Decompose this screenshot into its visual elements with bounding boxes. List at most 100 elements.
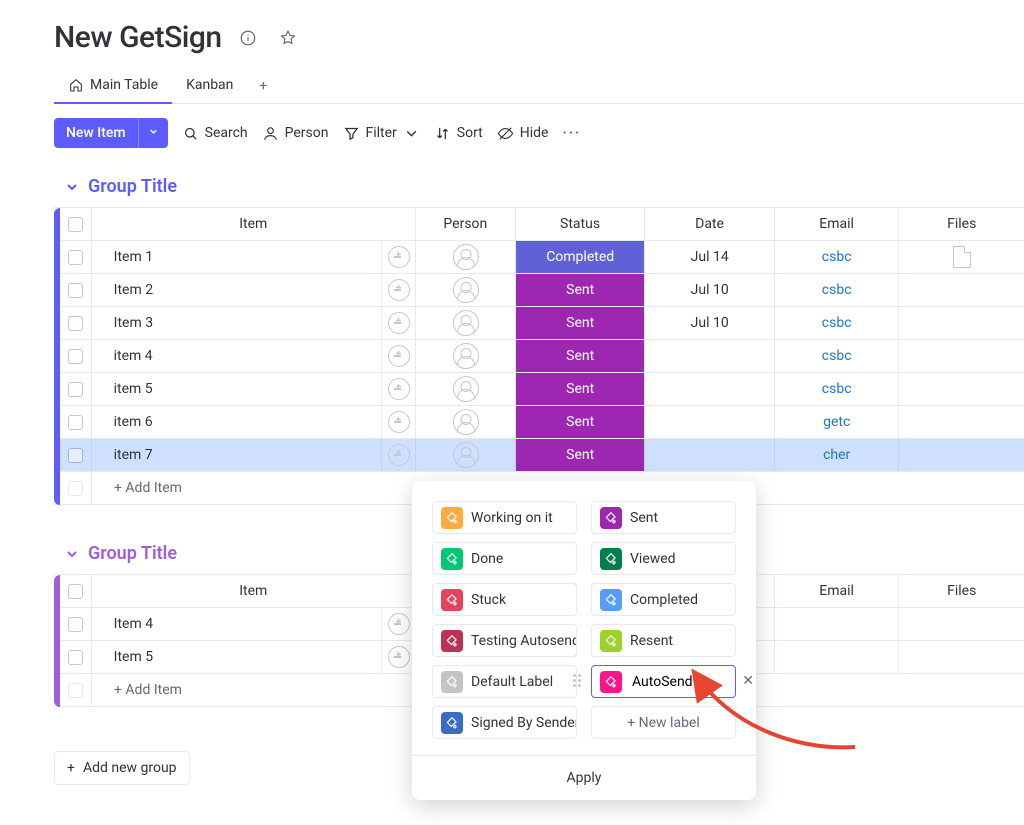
item-name-cell[interactable]: Item 3	[92, 307, 383, 339]
status-label-chip-editing[interactable]	[591, 665, 736, 698]
table-row[interactable]: item 7 Sent cher	[54, 439, 1024, 472]
remove-label-button[interactable]: ✕	[742, 673, 754, 689]
item-name-cell[interactable]: Item 1	[92, 241, 383, 273]
hide-button[interactable]: Hide	[497, 125, 549, 142]
open-conversation-button[interactable]	[382, 406, 416, 438]
email-cell[interactable]: csbc	[775, 241, 900, 273]
email-cell[interactable]: csbc	[775, 274, 900, 306]
table-row[interactable]: item 5 Sent csbc	[54, 373, 1024, 406]
table-row[interactable]: Item 1 Completed Jul 14 csbc	[54, 241, 1024, 274]
email-cell[interactable]	[775, 641, 900, 673]
item-name-cell[interactable]: item 5	[92, 373, 383, 405]
status-label-chip[interactable]: Completed	[591, 583, 736, 616]
status-label-chip[interactable]: Resent	[591, 624, 736, 657]
status-label-chip[interactable]: Viewed	[591, 542, 736, 575]
date-cell[interactable]	[645, 406, 774, 438]
column-header-person[interactable]: Person	[416, 208, 516, 240]
column-header-email[interactable]: Email	[775, 208, 900, 240]
files-cell[interactable]	[899, 307, 1024, 339]
status-cell[interactable]: Sent	[516, 406, 645, 438]
files-cell[interactable]	[899, 439, 1024, 471]
add-group-button[interactable]: + Add new group	[54, 751, 190, 785]
sort-button[interactable]: Sort	[434, 125, 483, 142]
status-label-chip[interactable]: Sent	[591, 501, 736, 534]
status-cell[interactable]: Sent	[516, 340, 645, 372]
chevron-down-icon[interactable]	[138, 118, 168, 148]
table-row[interactable]: Item 3 Sent Jul 10 csbc	[54, 307, 1024, 340]
date-cell[interactable]	[645, 373, 774, 405]
table-row[interactable]: Item 2 Sent Jul 10 csbc	[54, 274, 1024, 307]
item-name-cell[interactable]: Item 4	[92, 608, 383, 640]
email-cell[interactable]	[775, 608, 900, 640]
group-header[interactable]: Group Title	[40, 172, 1024, 207]
column-header-files[interactable]: Files	[899, 575, 1024, 607]
item-name-cell[interactable]: Item 2	[92, 274, 383, 306]
column-header-email[interactable]: Email	[775, 575, 900, 607]
board-title[interactable]: New GetSign	[54, 20, 222, 55]
files-cell[interactable]	[899, 608, 1024, 640]
open-conversation-button[interactable]	[382, 439, 416, 471]
open-conversation-button[interactable]	[382, 241, 416, 273]
status-label-chip[interactable]: Signed By Sender	[432, 706, 577, 739]
column-header-status[interactable]: Status	[516, 208, 646, 240]
person-cell[interactable]	[416, 340, 516, 372]
new-item-button[interactable]: New Item	[54, 118, 168, 148]
item-name-cell[interactable]: item 7	[92, 439, 383, 471]
status-label-chip[interactable]: Default Label	[432, 665, 577, 698]
email-cell[interactable]: getc	[775, 406, 900, 438]
status-label-chip[interactable]: Done	[432, 542, 577, 575]
status-cell[interactable]: Completed	[516, 241, 645, 273]
table-row[interactable]: item 4 Sent csbc	[54, 340, 1024, 373]
files-cell[interactable]	[899, 241, 1024, 273]
star-icon[interactable]	[274, 24, 302, 52]
email-cell[interactable]: csbc	[775, 373, 900, 405]
files-cell[interactable]	[899, 406, 1024, 438]
item-name-cell[interactable]: item 4	[92, 340, 383, 372]
open-conversation-button[interactable]	[382, 307, 416, 339]
column-header-item[interactable]: Item	[92, 208, 416, 240]
date-cell[interactable]	[645, 439, 774, 471]
status-label-chip[interactable]: Stuck	[432, 583, 577, 616]
info-icon[interactable]	[234, 24, 262, 52]
tab-main-table[interactable]: Main Table	[54, 69, 172, 103]
status-label-chip[interactable]: Testing Autosend	[432, 624, 577, 657]
files-cell[interactable]	[899, 373, 1024, 405]
filter-button[interactable]: Filter	[343, 125, 420, 142]
paint-bucket-icon[interactable]	[600, 671, 622, 693]
table-row[interactable]: item 6 Sent getc	[54, 406, 1024, 439]
column-header-item[interactable]: Item	[92, 575, 416, 607]
tab-kanban[interactable]: Kanban	[172, 69, 247, 103]
email-cell[interactable]: cher	[775, 439, 900, 471]
status-cell[interactable]: Sent	[516, 274, 645, 306]
apply-button[interactable]: Apply	[412, 755, 756, 800]
person-cell[interactable]	[416, 373, 516, 405]
column-header-date[interactable]: Date	[645, 208, 775, 240]
item-name-cell[interactable]: Item 5	[92, 641, 383, 673]
more-options-button[interactable]: ···	[562, 125, 581, 141]
column-header-files[interactable]: Files	[899, 208, 1024, 240]
person-cell[interactable]	[416, 274, 516, 306]
date-cell[interactable]	[645, 340, 774, 372]
status-cell[interactable]: Sent	[516, 373, 645, 405]
open-conversation-button[interactable]	[382, 340, 416, 372]
email-cell[interactable]: csbc	[775, 307, 900, 339]
email-cell[interactable]: csbc	[775, 340, 900, 372]
date-cell[interactable]: Jul 10	[645, 274, 774, 306]
add-view-button[interactable]: +	[247, 70, 279, 102]
files-cell[interactable]	[899, 641, 1024, 673]
person-cell[interactable]	[416, 241, 516, 273]
label-name-input[interactable]	[630, 673, 727, 691]
open-conversation-button[interactable]	[382, 373, 416, 405]
status-cell[interactable]: Sent	[516, 439, 645, 471]
add-new-label-button[interactable]: + New label	[591, 706, 736, 739]
person-cell[interactable]	[416, 406, 516, 438]
date-cell[interactable]: Jul 14	[645, 241, 774, 273]
drag-handle-icon[interactable]	[573, 674, 581, 687]
status-label-chip[interactable]: Working on it	[432, 501, 577, 534]
person-filter-button[interactable]: Person	[262, 125, 329, 142]
date-cell[interactable]: Jul 10	[645, 307, 774, 339]
status-cell[interactable]: Sent	[516, 307, 645, 339]
search-button[interactable]: Search	[182, 125, 248, 142]
open-conversation-button[interactable]	[382, 274, 416, 306]
person-cell[interactable]	[416, 307, 516, 339]
